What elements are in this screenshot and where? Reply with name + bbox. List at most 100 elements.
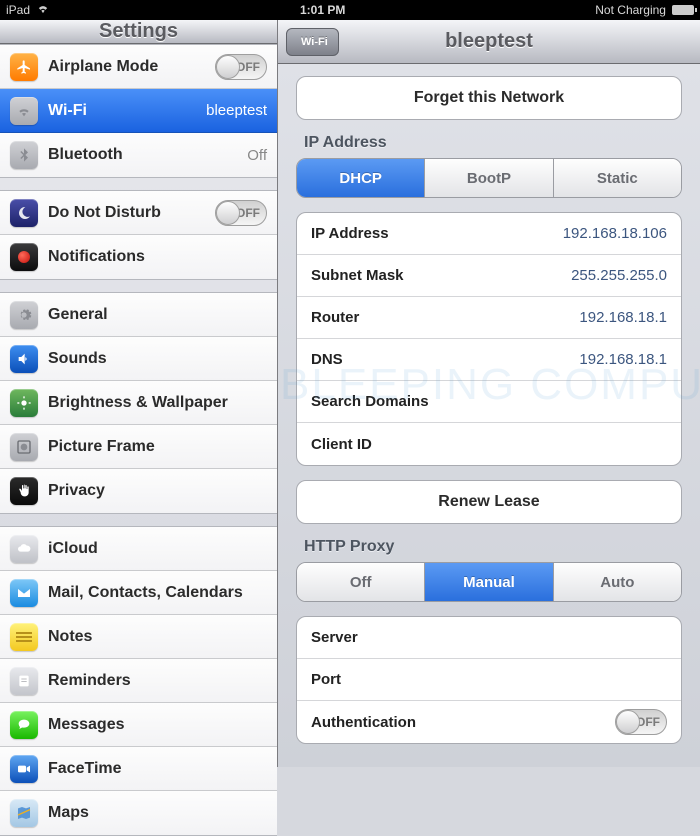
sidebar-item-notifications[interactable]: Notifications (0, 235, 277, 279)
notes-icon (10, 623, 38, 651)
airplane-icon (10, 53, 38, 81)
moon-icon (10, 199, 38, 227)
subnet-mask-value: 255.255.255.0 (571, 267, 667, 284)
sidebar-item-label: FaceTime (48, 760, 122, 778)
field-dns[interactable]: DNS 192.168.18.1 (297, 339, 681, 381)
sidebar-group-apps: iCloud Mail, Contacts, Calendars Notes R… (0, 526, 277, 836)
sidebar-item-icloud[interactable]: iCloud (0, 527, 277, 571)
sidebar-item-label: Reminders (48, 672, 131, 690)
detail-panel: Wi-Fi bleeptest Forget this Network IP A… (278, 20, 700, 767)
sidebar-item-label: Messages (48, 716, 125, 734)
sidebar-item-wifi[interactable]: Wi-Fi bleeptest (0, 89, 277, 133)
sidebar-item-label: Do Not Disturb (48, 204, 161, 222)
sidebar-group-alerts: Do Not Disturb OFF Notifications (0, 190, 277, 280)
wifi-icon (36, 3, 50, 17)
bluetooth-value: Off (247, 147, 267, 164)
forget-network-button[interactable]: Forget this Network (297, 77, 681, 119)
proxy-fields-card: Server Port Authentication OFF (296, 616, 682, 744)
airplane-toggle[interactable]: OFF (215, 54, 267, 80)
field-proxy-port[interactable]: Port (297, 659, 681, 701)
dns-value: 192.168.18.1 (579, 351, 667, 368)
sidebar-item-dnd[interactable]: Do Not Disturb OFF (0, 191, 277, 235)
sidebar-item-label: Brightness & Wallpaper (48, 394, 228, 412)
wifi-network-value: bleeptest (206, 102, 267, 119)
segment-dhcp[interactable]: DHCP (297, 159, 425, 197)
ip-config-segmented: DHCP BootP Static (296, 158, 682, 198)
ip-address-section-label: IP Address (304, 134, 682, 152)
sidebar-item-notes[interactable]: Notes (0, 615, 277, 659)
detail-title: bleeptest (445, 30, 533, 53)
sidebar-item-brightness[interactable]: Brightness & Wallpaper (0, 381, 277, 425)
sidebar-item-label: Privacy (48, 482, 105, 500)
dnd-toggle[interactable]: OFF (215, 200, 267, 226)
sidebar-item-bluetooth[interactable]: Bluetooth Off (0, 133, 277, 177)
sidebar-group-device: General Sounds Brightness & Wallpaper Pi… (0, 292, 277, 514)
field-client-id[interactable]: Client ID (297, 423, 681, 465)
sidebar-item-label: Sounds (48, 350, 107, 368)
proxy-segmented: Off Manual Auto (296, 562, 682, 602)
sidebar-titlebar: Settings (0, 20, 277, 44)
sidebar-item-label: Picture Frame (48, 438, 155, 456)
clock: 1:01 PM (300, 3, 345, 17)
sidebar-item-privacy[interactable]: Privacy (0, 469, 277, 513)
sidebar-item-label: Maps (48, 804, 89, 822)
messages-icon (10, 711, 38, 739)
field-ip-address[interactable]: IP Address 192.168.18.106 (297, 213, 681, 255)
segment-static[interactable]: Static (554, 159, 681, 197)
sidebar-item-mail[interactable]: Mail, Contacts, Calendars (0, 571, 277, 615)
sidebar-item-label: iCloud (48, 540, 98, 558)
field-proxy-auth: Authentication OFF (297, 701, 681, 743)
sidebar-item-label: Mail, Contacts, Calendars (48, 584, 243, 602)
sidebar-item-label: Wi-Fi (48, 102, 87, 120)
field-subnet-mask[interactable]: Subnet Mask 255.255.255.0 (297, 255, 681, 297)
field-proxy-server[interactable]: Server (297, 617, 681, 659)
reminders-icon (10, 667, 38, 695)
cloud-icon (10, 535, 38, 563)
sidebar-group-connectivity: Airplane Mode OFF Wi-Fi bleeptest Blueto… (0, 44, 277, 178)
gear-icon (10, 301, 38, 329)
sidebar-item-label: Notes (48, 628, 92, 646)
auth-toggle[interactable]: OFF (615, 709, 667, 735)
bluetooth-icon (10, 141, 38, 169)
sidebar-item-label: General (48, 306, 108, 324)
sidebar-item-airplane[interactable]: Airplane Mode OFF (0, 45, 277, 89)
sidebar-item-general[interactable]: General (0, 293, 277, 337)
ip-address-value: 192.168.18.106 (563, 225, 667, 242)
renew-lease-button[interactable]: Renew Lease (297, 481, 681, 523)
field-router[interactable]: Router 192.168.18.1 (297, 297, 681, 339)
detail-titlebar: Wi-Fi bleeptest (278, 20, 700, 64)
ip-fields-card: IP Address 192.168.18.106 Subnet Mask 25… (296, 212, 682, 466)
sidebar-item-reminders[interactable]: Reminders (0, 659, 277, 703)
maps-icon (10, 799, 38, 827)
sidebar-title: Settings (99, 20, 178, 43)
field-search-domains[interactable]: Search Domains (297, 381, 681, 423)
battery-icon (672, 5, 694, 15)
sidebar-item-sounds[interactable]: Sounds (0, 337, 277, 381)
device-label: iPad (6, 3, 30, 17)
mail-icon (10, 579, 38, 607)
wifi-icon (10, 97, 38, 125)
status-bar: iPad 1:01 PM Not Charging (0, 0, 700, 20)
facetime-icon (10, 755, 38, 783)
sidebar-item-maps[interactable]: Maps (0, 791, 277, 835)
notifications-icon (10, 243, 38, 271)
sidebar-item-label: Notifications (48, 248, 145, 266)
sidebar-item-messages[interactable]: Messages (0, 703, 277, 747)
brightness-icon (10, 389, 38, 417)
segment-bootp[interactable]: BootP (425, 159, 553, 197)
settings-sidebar: Settings Airplane Mode OFF Wi-Fi bleepte… (0, 20, 278, 767)
back-button[interactable]: Wi-Fi (286, 28, 339, 56)
sidebar-item-label: Bluetooth (48, 146, 123, 164)
sidebar-item-picture-frame[interactable]: Picture Frame (0, 425, 277, 469)
segment-proxy-auto[interactable]: Auto (554, 563, 681, 601)
speaker-icon (10, 345, 38, 373)
picture-frame-icon (10, 433, 38, 461)
hand-icon (10, 477, 38, 505)
segment-proxy-off[interactable]: Off (297, 563, 425, 601)
renew-lease-card: Renew Lease (296, 480, 682, 524)
sidebar-item-facetime[interactable]: FaceTime (0, 747, 277, 791)
segment-proxy-manual[interactable]: Manual (425, 563, 553, 601)
sidebar-item-label: Airplane Mode (48, 58, 158, 76)
http-proxy-section-label: HTTP Proxy (304, 538, 682, 556)
charge-label: Not Charging (595, 3, 666, 17)
